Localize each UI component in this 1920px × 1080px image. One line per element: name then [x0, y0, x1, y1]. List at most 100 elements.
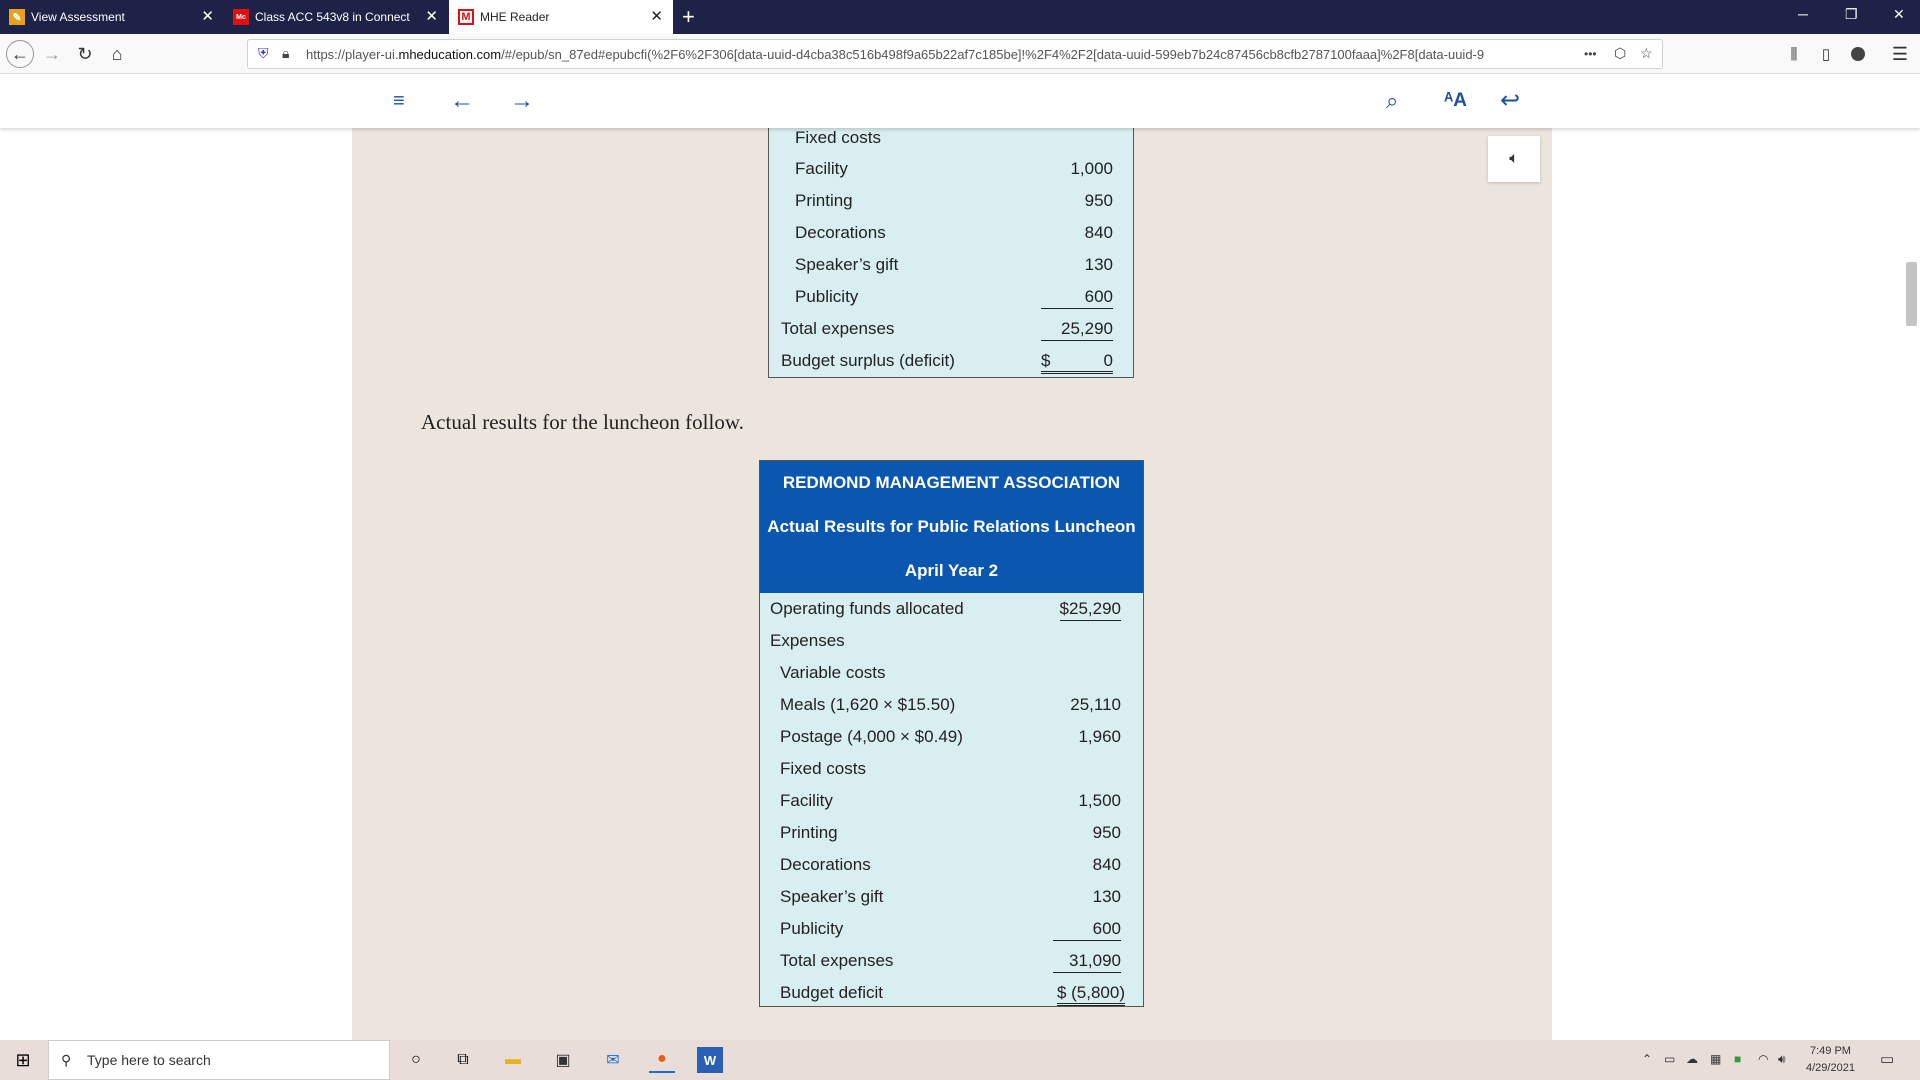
- windows-start-icon[interactable]: ⊞: [10, 1047, 36, 1073]
- row-value: 840: [1092, 855, 1121, 874]
- next-page-arrow-icon[interactable]: →: [510, 88, 534, 114]
- back-arrow-icon[interactable]: ←: [6, 40, 34, 68]
- table-row: Speaker’s gift 130: [760, 881, 1143, 913]
- row-label: Meals (1,620 × $15.50): [780, 695, 956, 714]
- onedrive-icon[interactable]: ☁: [1686, 1052, 1698, 1066]
- table-row: Decorations 840: [769, 217, 1133, 249]
- row-value: 130: [1084, 255, 1113, 274]
- mcgraw-hill-icon: Mc: [233, 9, 249, 25]
- file-explorer-icon[interactable]: ▬: [500, 1047, 526, 1073]
- app-tray-icon[interactable]: ■: [1734, 1052, 1741, 1066]
- row-value: $25,290: [1059, 599, 1121, 621]
- volume-icon[interactable]: 🔊︎: [1778, 1052, 1786, 1067]
- pocket-icon[interactable]: ⬡: [1614, 45, 1626, 62]
- search-icon[interactable]: ⌕: [1386, 88, 1398, 114]
- lock-icon[interactable]: 🔒︎: [282, 45, 289, 62]
- shield-icon[interactable]: ⛨: [258, 45, 269, 62]
- row-value: 130: [1092, 887, 1121, 906]
- row-value: 600: [1053, 919, 1121, 941]
- notifications-icon[interactable]: ▭: [1880, 1050, 1894, 1068]
- tab-mhe-reader[interactable]: M MHE Reader ✕: [449, 0, 673, 34]
- store-icon[interactable]: ▣: [550, 1047, 576, 1073]
- table-row: Budget surplus (deficit) $0: [769, 345, 1133, 377]
- tab-class-connect[interactable]: Mc Class ACC 543v8 in Connect ✕: [224, 0, 448, 34]
- table-row: Decorations 840: [760, 849, 1143, 881]
- close-tab-icon[interactable]: ✕: [425, 9, 438, 25]
- account-icon[interactable]: [1844, 40, 1872, 68]
- home-icon[interactable]: ⌂: [103, 40, 131, 68]
- firefox-icon[interactable]: ●: [649, 1047, 675, 1073]
- row-value: 25,110: [1070, 695, 1121, 714]
- row-label: Total expenses: [780, 951, 894, 970]
- hamburger-menu-icon[interactable]: ☰: [1886, 40, 1914, 68]
- more-actions-icon[interactable]: •••: [1584, 47, 1597, 61]
- clock-date: 4/29/2021: [1806, 1062, 1855, 1074]
- tab-view-assessment[interactable]: ✎ View Assessment ✕: [0, 0, 224, 34]
- row-label: Facility: [780, 791, 833, 810]
- scrollbar-thumb[interactable]: [1906, 262, 1917, 326]
- close-tab-icon[interactable]: ✕: [650, 9, 663, 25]
- search-icon: ⚲: [61, 1052, 72, 1068]
- row-value: 950: [1092, 823, 1121, 842]
- row-label: Operating funds allocated: [770, 599, 964, 618]
- row-label: Postage (4,000 × $0.49): [780, 727, 963, 746]
- sidebar-icon[interactable]: ▯: [1812, 40, 1840, 68]
- table-row: Postage (4,000 × $0.49) 1,960: [760, 721, 1143, 753]
- row-value: 950: [1084, 191, 1113, 210]
- table-title: REDMOND MANAGEMENT ASSOCIATION: [782, 473, 1121, 492]
- close-window-icon[interactable]: ✕: [1893, 6, 1905, 23]
- mail-icon[interactable]: ✉: [600, 1047, 626, 1073]
- audio-speaker-icon[interactable]: 🔈︎: [1488, 136, 1540, 182]
- url-text[interactable]: https://player-ui.mheducation.com/#/epub…: [306, 47, 1606, 62]
- pencil-icon: ✎: [9, 9, 25, 25]
- row-value: 840: [1084, 223, 1113, 242]
- reload-icon[interactable]: ↻: [71, 40, 99, 68]
- word-icon[interactable]: W: [697, 1047, 723, 1073]
- cortana-icon[interactable]: ○: [403, 1047, 429, 1073]
- wifi-icon[interactable]: ◠: [1758, 1052, 1768, 1066]
- forward-arrow-icon[interactable]: →: [38, 40, 66, 68]
- budget-table: Fixed costs Facility 1,000 Printing 950 …: [768, 124, 1134, 378]
- security-icon[interactable]: ▦: [1710, 1052, 1721, 1066]
- meet-now-icon[interactable]: ▭: [1664, 1052, 1675, 1066]
- currency-symbol: $: [1041, 351, 1051, 370]
- return-arrow-icon[interactable]: ↩: [1500, 88, 1520, 114]
- taskbar-search-box[interactable]: ⚲ Type here to search: [48, 1040, 390, 1080]
- browser-tab-bar: ✎ View Assessment ✕ Mc Class ACC 543v8 i…: [0, 0, 1920, 34]
- row-label: Total expenses: [781, 319, 895, 338]
- row-value: $0: [1041, 351, 1113, 374]
- text-size-icon[interactable]: ᴬA: [1444, 88, 1467, 114]
- row-label: Printing: [780, 823, 838, 842]
- row-value: $ (5,800): [1056, 983, 1125, 1006]
- table-row: Speaker’s gift 130: [769, 249, 1133, 281]
- table-of-contents-icon[interactable]: ≡: [393, 88, 405, 114]
- close-tab-icon[interactable]: ✕: [201, 9, 214, 25]
- previous-page-arrow-icon[interactable]: ←: [450, 88, 474, 114]
- row-label: Facility: [795, 159, 848, 178]
- actual-results-table: REDMOND MANAGEMENT ASSOCIATION Actual Re…: [759, 460, 1144, 1007]
- restore-icon[interactable]: ❐: [1845, 6, 1858, 23]
- new-tab-plus-icon[interactable]: +: [682, 4, 695, 30]
- bookmark-star-icon[interactable]: ☆: [1640, 45, 1653, 62]
- windows-taskbar: ⊞ ⚲ Type here to search ○ ⧉ ▬ ▣ ✉ ● W ⌃ …: [0, 1040, 1920, 1080]
- library-icon[interactable]: ⫼: [1780, 40, 1808, 68]
- minimize-icon[interactable]: ─: [1798, 6, 1808, 22]
- row-label: Variable costs: [780, 663, 886, 682]
- url-bar[interactable]: ⛨ 🔒︎ https://player-ui.mheducation.com/#…: [247, 39, 1663, 69]
- table-row: Printing 950: [769, 185, 1133, 217]
- row-label: Publicity: [780, 919, 844, 938]
- task-view-icon[interactable]: ⧉: [450, 1047, 476, 1073]
- reader-toolbar: ≡ ← → ⌕ ᴬA ↩: [0, 74, 1920, 128]
- table-header: REDMOND MANAGEMENT ASSOCIATION Actual Re…: [760, 461, 1143, 593]
- row-label: Fixed costs: [795, 128, 881, 147]
- row-label: Budget deficit: [780, 983, 884, 1002]
- system-clock[interactable]: 7:49 PM 4/29/2021: [1806, 1043, 1855, 1077]
- table-row: Total expenses 25,290: [769, 313, 1133, 345]
- tab-title: View Assessment: [31, 10, 125, 24]
- table-row: Expenses: [760, 625, 1143, 657]
- row-label: Budget surplus (deficit): [781, 351, 955, 370]
- search-placeholder: Type here to search: [87, 1052, 211, 1068]
- show-hidden-icons-icon[interactable]: ⌃: [1642, 1052, 1652, 1066]
- table-row: Fixed costs: [769, 125, 1133, 153]
- tab-title: MHE Reader: [480, 10, 550, 24]
